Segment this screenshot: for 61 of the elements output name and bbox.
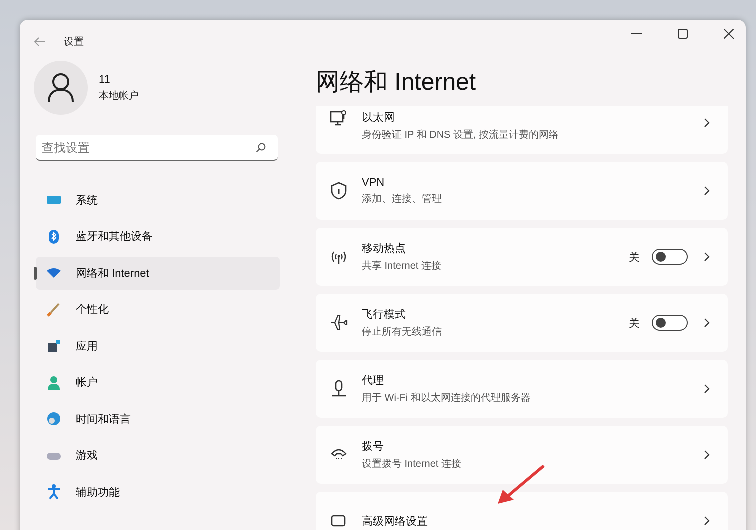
- toggle-switch[interactable]: [652, 249, 688, 265]
- settings-card[interactable]: 以太网 身份验证 IP 和 DNS 设置, 按流量计费的网络: [316, 106, 728, 154]
- settings-card[interactable]: 飞行模式 停止所有无线通信 关: [316, 294, 728, 352]
- ethernet-icon: [330, 110, 348, 128]
- chevron-right-icon: [704, 384, 710, 394]
- chevron-right-icon: [704, 118, 710, 128]
- sidebar-item[interactable]: 蓝牙和其他设备: [36, 220, 280, 253]
- card-description: 停止所有无线通信: [362, 326, 443, 339]
- sidebar-item[interactable]: 辅助功能: [36, 476, 280, 508]
- sidebar-item[interactable]: 游戏: [36, 440, 280, 472]
- bluetooth-icon: [46, 228, 62, 245]
- account-type: 本地帐户: [99, 90, 139, 102]
- settings-card[interactable]: 高级网络设置: [316, 492, 728, 530]
- sidebar-item[interactable]: 个性化: [36, 294, 280, 326]
- settings-card[interactable]: VPN 添加、连接、管理: [316, 162, 728, 220]
- card-title: 拨号: [362, 440, 385, 454]
- card-description: 添加、连接、管理: [362, 192, 443, 206]
- settings-card[interactable]: 拨号 设置拨号 Internet 连接: [316, 426, 728, 484]
- minimize-icon[interactable]: [631, 33, 642, 35]
- accessibility-icon: [46, 484, 62, 500]
- toggle-state: 关: [629, 316, 640, 330]
- card-description: 共享 Internet 连接: [362, 260, 442, 273]
- chevron-right-icon: [704, 318, 710, 328]
- chevron-right-icon: [704, 450, 710, 460]
- brush-icon: [46, 302, 62, 318]
- back-arrow-icon[interactable]: [34, 37, 46, 47]
- sidebar-item[interactable]: 网络和 Internet: [36, 257, 280, 290]
- toggle-switch[interactable]: [652, 315, 688, 331]
- card-title: 以太网: [362, 111, 396, 125]
- card-description: 身份验证 IP 和 DNS 设置, 按流量计费的网络: [362, 128, 560, 142]
- card-title: VPN: [362, 176, 386, 188]
- search-field[interactable]: 查找设置: [36, 135, 278, 161]
- person-icon: [46, 374, 62, 391]
- settings-card[interactable]: 移动热点 共享 Internet 连接 关: [316, 228, 728, 286]
- search-icon[interactable]: [256, 143, 266, 153]
- chevron-right-icon: [704, 516, 710, 526]
- proxy-icon: [330, 380, 348, 398]
- globe-icon: [46, 411, 62, 428]
- settings-card[interactable]: 代理 用于 Wi-Fi 和以太网连接的代理服务器: [316, 360, 728, 418]
- card-description: 用于 Wi-Fi 和以太网连接的代理服务器: [362, 392, 532, 405]
- shield-icon: [330, 182, 348, 200]
- card-title: 移动热点: [362, 242, 407, 256]
- account-name: 11: [99, 74, 112, 86]
- chevron-right-icon: [704, 252, 710, 262]
- card-title: 代理: [362, 374, 385, 388]
- card-title: 高级网络设置: [362, 514, 429, 528]
- card-title: 飞行模式: [362, 308, 407, 322]
- page-title: 网络和 Internet: [316, 68, 478, 98]
- window-title: 设置: [64, 36, 84, 49]
- card-description: 设置拨号 Internet 连接: [362, 458, 462, 471]
- chevron-right-icon: [704, 186, 710, 196]
- toggle-state: 关: [629, 250, 640, 264]
- sidebar-item[interactable]: 时间和语言: [36, 403, 280, 436]
- annotation-arrow: [496, 464, 546, 506]
- sidebar-item[interactable]: 系统: [36, 184, 280, 216]
- sidebar-item[interactable]: 帐户: [36, 366, 280, 399]
- sidebar-item[interactable]: 应用: [36, 330, 280, 362]
- apps-icon: [46, 338, 62, 354]
- airplane-icon: [330, 314, 348, 332]
- close-icon[interactable]: [724, 29, 734, 39]
- maximize-icon[interactable]: [678, 29, 688, 39]
